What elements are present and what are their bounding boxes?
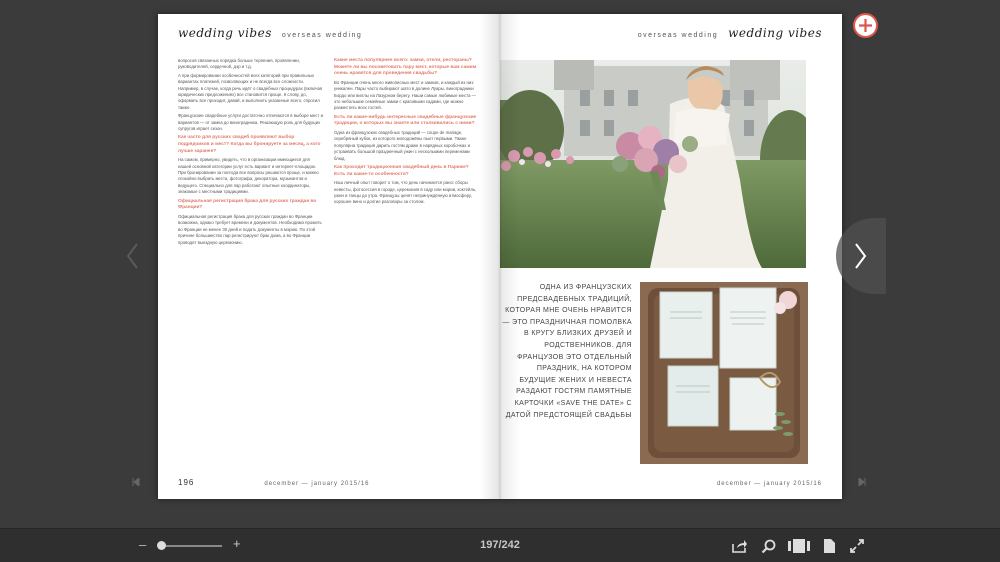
- page-view-icon: [823, 539, 835, 553]
- paragraph: На самом, примерно, увидеть, что в орган…: [178, 157, 319, 195]
- last-page-icon: [858, 476, 866, 488]
- right-page: overseas wedding wedding vibes ОДНА ИЗ Ф…: [500, 14, 842, 499]
- interview-question: Как проходит традиционная свадебный день…: [334, 165, 469, 177]
- zoom-slider-track[interactable]: [158, 545, 222, 547]
- invitation-photo: [640, 282, 808, 464]
- next-page-button[interactable]: [836, 218, 886, 294]
- thumbnails-button[interactable]: [788, 537, 810, 555]
- issue-date: december — january 2015/16: [264, 481, 370, 487]
- thumbnails-icon: [788, 539, 810, 553]
- share-button[interactable]: [731, 537, 749, 555]
- zoom-slider-handle[interactable]: [157, 541, 167, 550]
- left-header: wedding vibes overseas wedding: [178, 26, 362, 40]
- interview-question: Официальная регистрация брака для русски…: [178, 198, 317, 211]
- search-button[interactable]: [759, 537, 777, 555]
- magazine-spread: wedding vibes overseas wedding вопросов …: [158, 14, 842, 499]
- add-bookmark-button[interactable]: [853, 13, 878, 38]
- page-indicator: 197/242: [480, 539, 520, 551]
- chevron-right-icon: [855, 243, 867, 269]
- page-number: 196: [178, 478, 195, 487]
- first-page-icon: [132, 476, 140, 488]
- invitation-photo-image: [640, 282, 808, 464]
- search-icon: [761, 539, 775, 553]
- first-page-button[interactable]: [132, 476, 140, 488]
- paragraph: А при формировании особенностей всех кат…: [178, 72, 323, 110]
- zoom-out-button[interactable]: –: [139, 537, 146, 552]
- previous-page-button[interactable]: [100, 218, 164, 294]
- fullscreen-button[interactable]: [848, 537, 866, 555]
- interview-question: Есть ли какие-нибудь интересные свадебны…: [334, 114, 477, 127]
- share-icon: [732, 540, 747, 553]
- interview-question: Как часто для русских свадеб проявляют в…: [178, 135, 321, 154]
- header-section-label: overseas wedding: [637, 32, 719, 39]
- issue-date: december — january 2015/16: [716, 481, 822, 487]
- left-column-2: Какие места популярнее всего: замки, оте…: [334, 58, 480, 470]
- paragraph: Во Франции очень много живописных мест и…: [334, 79, 476, 111]
- bride-photo: [500, 60, 806, 268]
- page-view-button[interactable]: [820, 537, 838, 555]
- magazine-viewer: wedding vibes overseas wedding вопросов …: [0, 0, 1000, 528]
- chevron-left-icon: [126, 243, 138, 269]
- left-column-1: вопросов связанных порядка больше терпен…: [178, 58, 324, 470]
- paragraph: Одна из французских свадебных традиций —…: [334, 130, 471, 161]
- bottom-toolbar: – + 197/242: [0, 528, 1000, 562]
- header-script-title: wedding vibes: [178, 26, 272, 40]
- paragraph: Наш личный опыт говорит о том, что день …: [334, 180, 477, 205]
- right-header: overseas wedding wedding vibes: [638, 26, 822, 40]
- fullscreen-icon: [850, 539, 864, 553]
- paragraph: вопросов связанных порядка больше терпен…: [178, 58, 300, 70]
- paragraph: Официальная регистрация брака для русски…: [178, 213, 322, 245]
- header-section-label: overseas wedding: [281, 32, 363, 39]
- interview-question: Какие места популярнее всего: замки, оте…: [334, 58, 477, 77]
- last-page-button[interactable]: [858, 476, 866, 488]
- bride-photo-image: [500, 60, 806, 268]
- zoom-in-button[interactable]: +: [233, 536, 241, 551]
- left-page: wedding vibes overseas wedding вопросов …: [158, 14, 500, 499]
- paragraph: Французские свадебные услуги достаточно …: [178, 113, 323, 132]
- header-script-title: wedding vibes: [728, 26, 822, 40]
- left-folio: 196 december — january 2015/16: [178, 478, 369, 487]
- add-bookmark-icon: [859, 19, 872, 32]
- right-folio: december — january 2015/16: [717, 481, 822, 487]
- pull-quote: Одна из французских предсвадебных традиц…: [502, 284, 632, 419]
